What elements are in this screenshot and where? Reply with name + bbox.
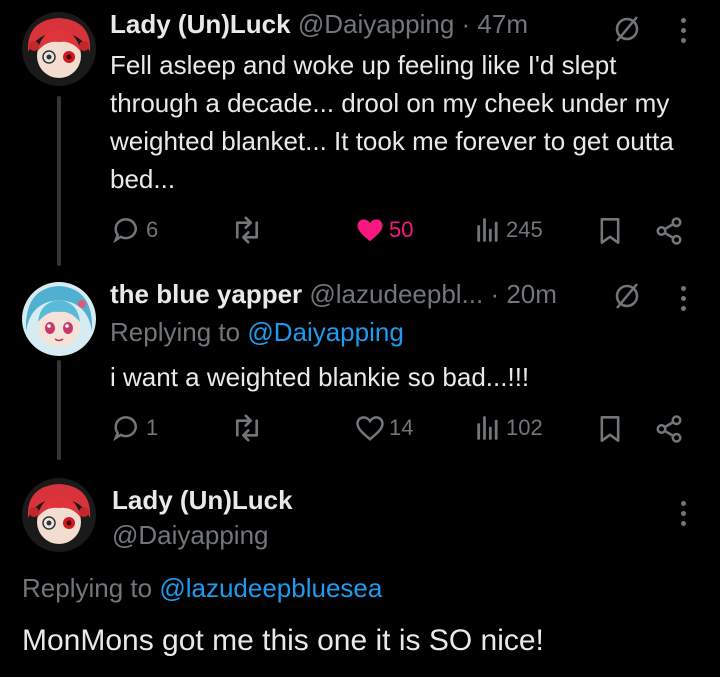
reply-count: 1 bbox=[146, 415, 159, 440]
avatar[interactable] bbox=[22, 282, 96, 356]
reply-icon bbox=[113, 416, 137, 442]
views-count: 102 bbox=[506, 415, 543, 440]
tweet-header: the blue yapper @lazudeepbl... · 20m bbox=[110, 278, 557, 310]
retweet-button[interactable] bbox=[230, 215, 268, 245]
display-name[interactable]: Lady (Un)Luck bbox=[110, 9, 291, 39]
replying-to-link[interactable]: @lazudeepbluesea bbox=[159, 573, 382, 603]
reply-count: 6 bbox=[146, 217, 159, 242]
views-button[interactable]: 102 bbox=[474, 413, 543, 443]
share-icon[interactable] bbox=[654, 414, 684, 444]
thread-line bbox=[57, 96, 61, 266]
tweet-text: MonMons got me this one it is SO nice! bbox=[22, 624, 544, 657]
avatar[interactable] bbox=[22, 478, 96, 552]
avatar[interactable] bbox=[22, 12, 96, 86]
reply-button[interactable]: 1 bbox=[112, 413, 158, 443]
thread-line bbox=[57, 360, 61, 460]
reply-icon bbox=[113, 218, 137, 244]
retweet-button[interactable] bbox=[230, 413, 268, 443]
replying-to: Replying to @lazudeepbluesea bbox=[22, 573, 383, 603]
timestamp[interactable]: · 47m bbox=[462, 9, 528, 39]
like-count: 14 bbox=[389, 415, 414, 440]
like-button[interactable]: 50 bbox=[355, 215, 413, 245]
views-button[interactable]: 245 bbox=[474, 215, 543, 245]
user-handle[interactable]: @lazudeepbl... bbox=[309, 279, 483, 309]
more-icon[interactable] bbox=[681, 501, 689, 531]
share-icon[interactable] bbox=[654, 216, 684, 246]
no-sign-icon bbox=[615, 283, 639, 309]
bookmark-icon[interactable] bbox=[596, 414, 624, 444]
tweet-text: Fell asleep and woke up feeling like I'd… bbox=[110, 50, 674, 194]
more-icon[interactable] bbox=[681, 286, 689, 316]
views-icon bbox=[477, 218, 498, 242]
timestamp[interactable]: · 20m bbox=[490, 279, 556, 309]
tweet-header: Lady (Un)Luck @Daiyapping · 47m bbox=[110, 8, 528, 40]
no-sign-icon bbox=[615, 16, 639, 42]
retweet-icon bbox=[235, 216, 259, 244]
like-icon bbox=[356, 416, 384, 441]
tweet-text: i want a weighted blankie so bad...!!! bbox=[110, 362, 530, 392]
display-name[interactable]: Lady (Un)Luck bbox=[112, 484, 293, 516]
retweet-icon bbox=[235, 414, 259, 442]
more-icon[interactable] bbox=[681, 18, 689, 48]
like-button[interactable]: 14 bbox=[355, 413, 413, 443]
views-icon bbox=[477, 416, 498, 440]
like-icon bbox=[357, 219, 383, 242]
views-count: 245 bbox=[506, 217, 543, 242]
replying-to: Replying to @Daiyapping bbox=[110, 317, 404, 347]
display-name[interactable]: the blue yapper bbox=[110, 279, 302, 309]
reply-button[interactable]: 6 bbox=[112, 215, 158, 245]
replying-to-link[interactable]: @Daiyapping bbox=[247, 317, 403, 347]
user-handle[interactable]: @Daiyapping bbox=[298, 9, 454, 39]
bookmark-icon[interactable] bbox=[596, 216, 624, 246]
user-handle[interactable]: @Daiyapping bbox=[112, 519, 268, 551]
like-count: 50 bbox=[389, 217, 414, 242]
